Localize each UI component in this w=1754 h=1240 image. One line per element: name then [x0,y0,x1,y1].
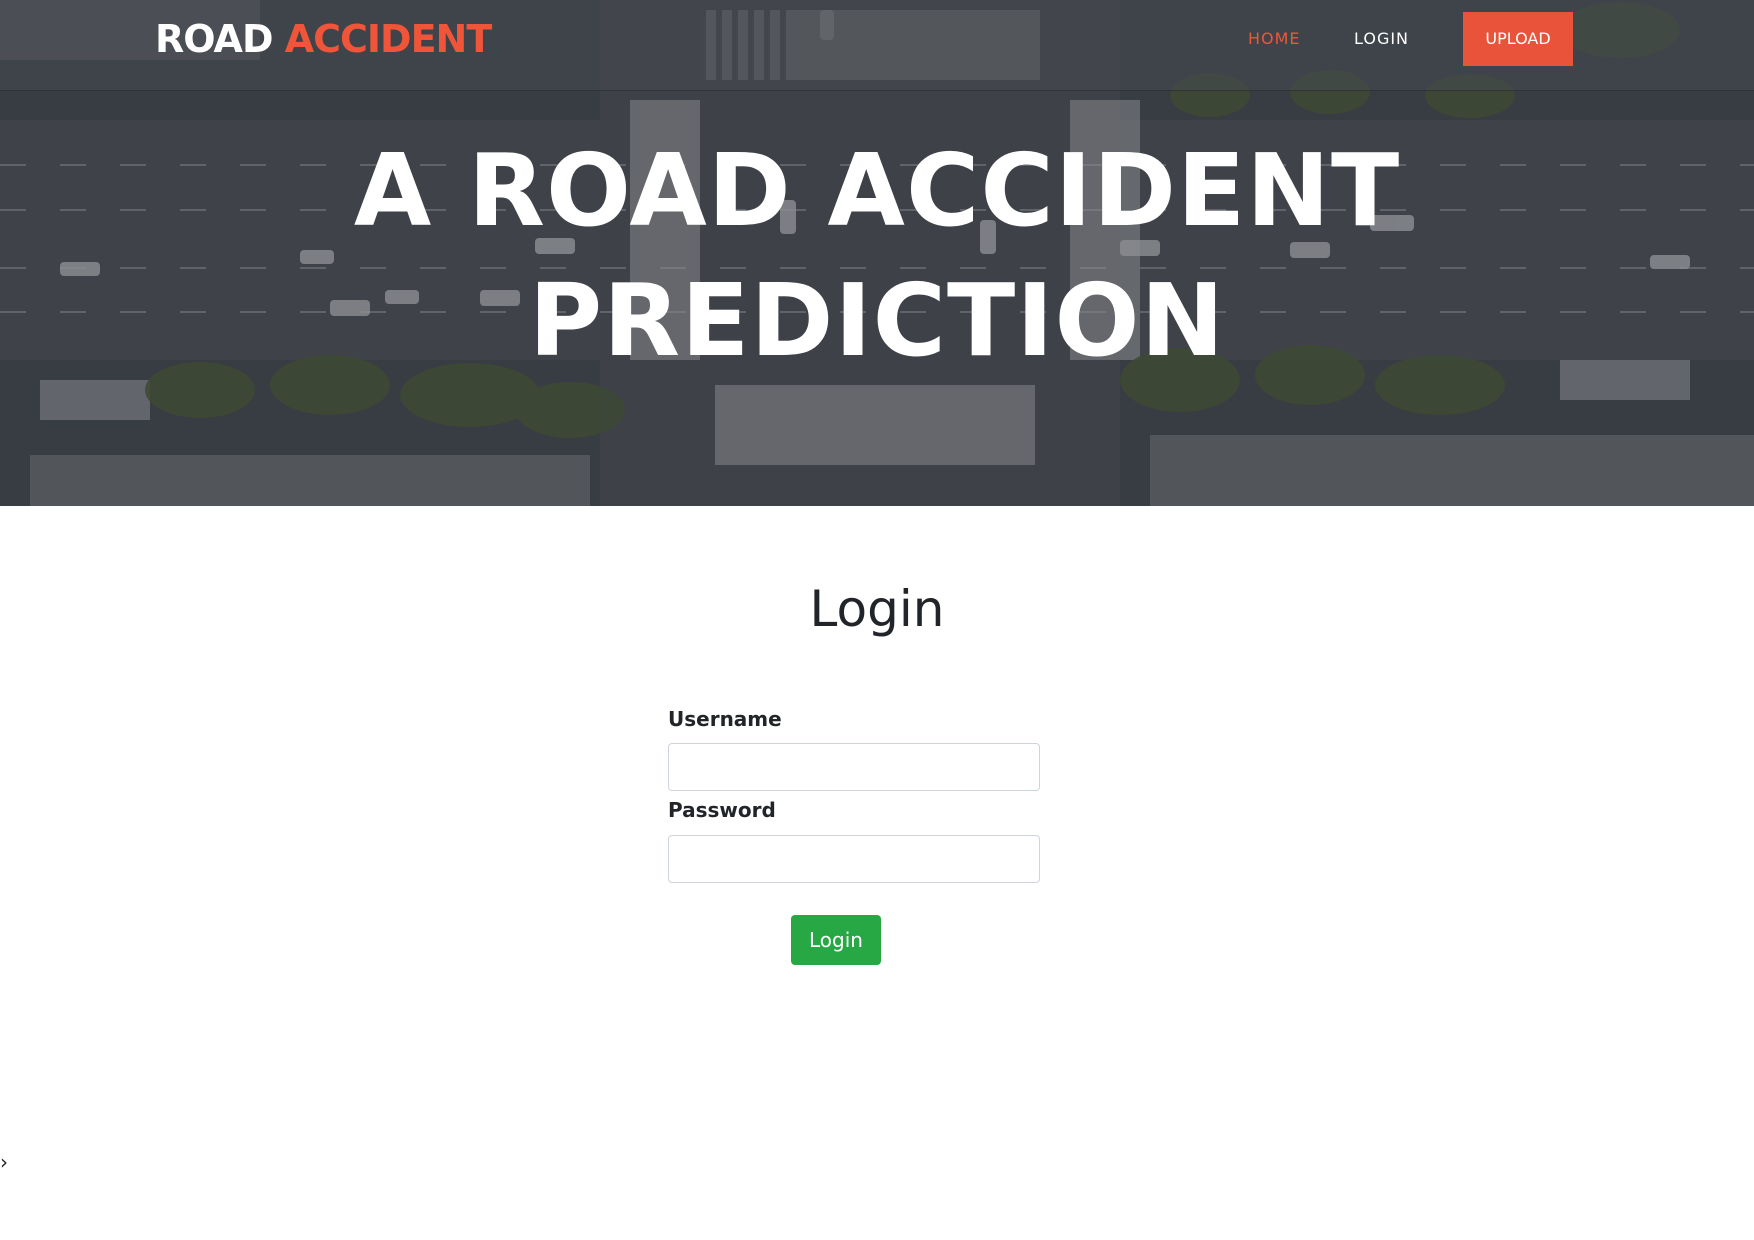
login-submit-button[interactable]: Login [791,915,881,965]
login-heading: Login [809,580,945,638]
site-logo[interactable]: ROAD ACCIDENT [155,16,493,62]
logo-word-road: ROAD [155,17,273,61]
upload-button[interactable]: UPLOAD [1463,12,1573,66]
nav-link-login[interactable]: LOGIN [1354,26,1409,52]
hero-title-line1: A ROAD ACCIDENT [353,132,1401,249]
username-label: Username [668,707,782,731]
hero-banner: ROAD ACCIDENT HOME LOGIN UPLOAD A ROAD A… [0,0,1754,506]
logo-word-accident: ACCIDENT [284,17,493,61]
username-input[interactable] [668,743,1040,791]
password-label: Password [668,798,776,822]
top-navbar: ROAD ACCIDENT HOME LOGIN UPLOAD [0,0,1754,91]
password-input[interactable] [668,835,1040,883]
chevron-right-icon[interactable]: › [0,1150,8,1174]
hero-title-line2: PREDICTION [528,262,1226,379]
nav-link-home[interactable]: HOME [1248,26,1301,52]
hero-title: A ROAD ACCIDENT PREDICTION [0,126,1754,386]
